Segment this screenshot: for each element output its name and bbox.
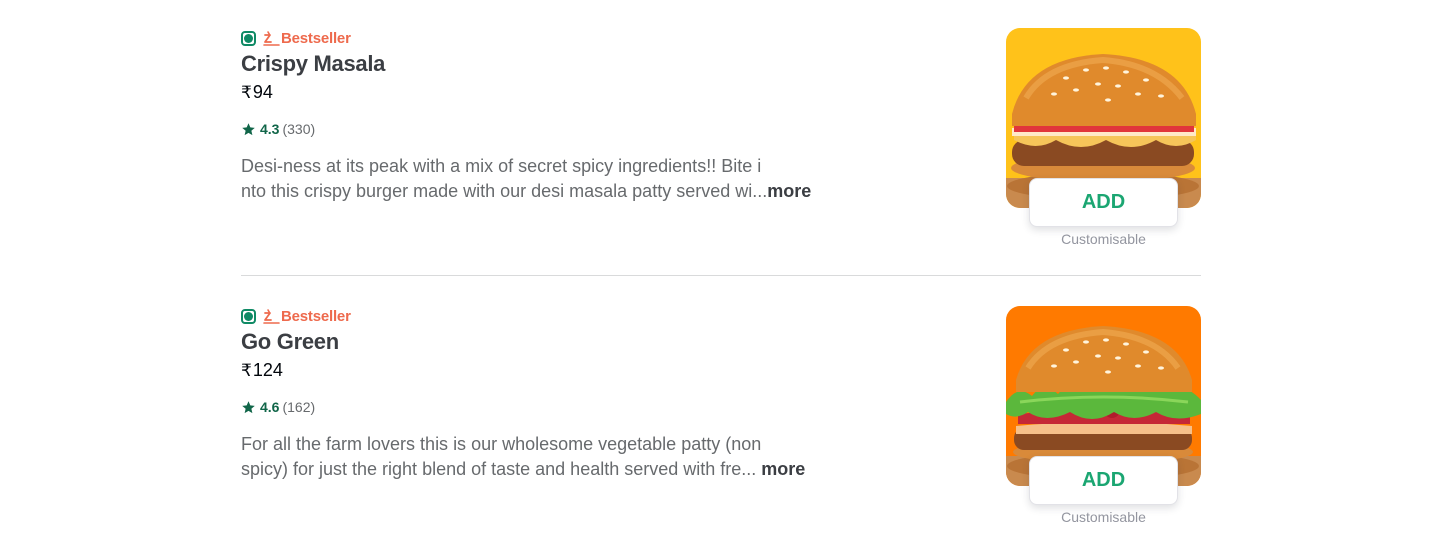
- item-price: ₹124: [241, 360, 283, 381]
- description-line: spicy) for just the right blend of taste…: [241, 457, 861, 482]
- bestseller-icon: [263, 309, 280, 324]
- price-value: 124: [252, 360, 283, 380]
- customisable-label: Customisable: [1061, 509, 1146, 525]
- description-line: Desi-ness at its peak with a mix of secr…: [241, 156, 762, 176]
- rating-value: 4.6: [260, 399, 280, 415]
- menu-item-crispy-masala: Bestseller Crispy Masala ₹94 4.3 (330) D…: [241, 26, 1201, 276]
- veg-indicator-icon: [241, 308, 256, 324]
- bestseller-icon: [263, 31, 280, 46]
- rating-value: 4.3: [260, 121, 280, 137]
- add-button[interactable]: ADD: [1029, 178, 1178, 227]
- item-description: For all the farm lovers this is our whol…: [241, 432, 861, 482]
- rating-count: (330): [282, 121, 316, 137]
- item-name: Crispy Masala: [241, 51, 386, 76]
- description-line: nto this crispy burger made with our des…: [241, 179, 861, 204]
- currency-symbol: ₹: [241, 83, 252, 102]
- rating-count: (162): [282, 399, 316, 415]
- bestseller-label: Bestseller: [281, 29, 351, 47]
- description-text: spicy) for just the right blend of taste…: [241, 459, 762, 479]
- item-rating: 4.6 (162): [241, 399, 315, 415]
- more-link[interactable]: more: [767, 181, 811, 201]
- item-description: Desi-ness at its peak with a mix of secr…: [241, 154, 861, 204]
- item-rating: 4.3 (330): [241, 121, 315, 137]
- more-link[interactable]: more: [761, 459, 805, 479]
- customisable-label: Customisable: [1061, 231, 1146, 247]
- item-price: ₹94: [241, 82, 273, 103]
- veg-indicator-icon: [241, 30, 256, 46]
- item-badges: Bestseller: [241, 28, 351, 48]
- star-icon: [242, 400, 255, 413]
- bestseller-label: Bestseller: [281, 307, 351, 325]
- item-divider: [241, 275, 1201, 276]
- description-text: nto this crispy burger made with our des…: [241, 181, 768, 201]
- item-badges: Bestseller: [241, 306, 351, 326]
- currency-symbol: ₹: [241, 361, 252, 380]
- menu-item-go-green: Bestseller Go Green ₹124 4.6 (162) For a…: [241, 304, 1201, 554]
- price-value: 94: [252, 82, 273, 102]
- description-line: For all the farm lovers this is our whol…: [241, 434, 762, 454]
- item-name: Go Green: [241, 329, 339, 354]
- star-icon: [242, 122, 255, 135]
- add-button[interactable]: ADD: [1029, 456, 1178, 505]
